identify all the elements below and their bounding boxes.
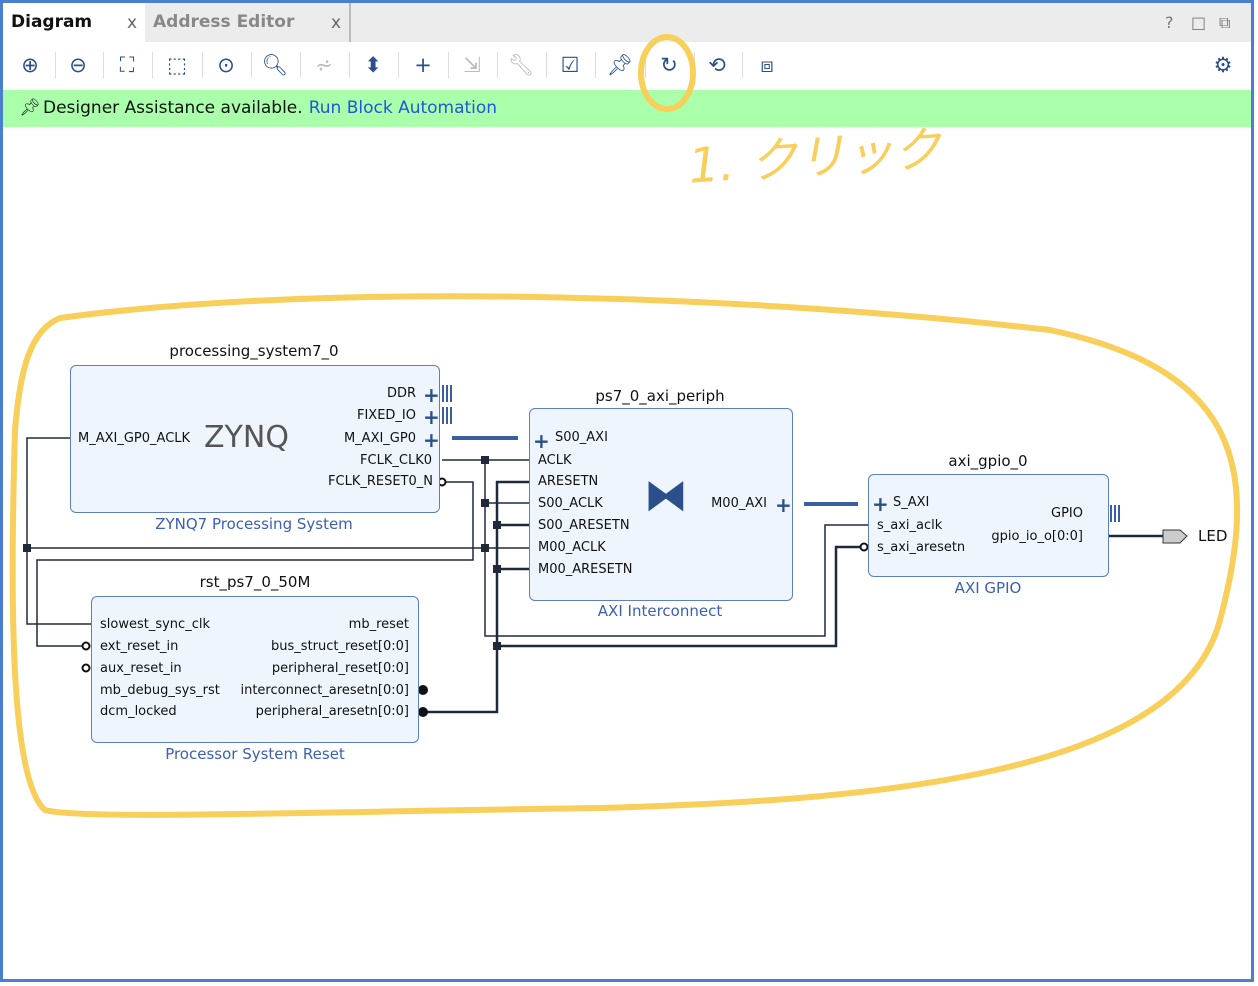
annotation-circle-button — [638, 34, 696, 112]
port-s-axi[interactable]: S_AXI — [893, 495, 929, 510]
port-dcm-locked[interactable]: dcm_locked — [100, 704, 177, 719]
port-gpio-io-o-0-0-[interactable]: gpio_io_o[0:0] — [991, 529, 1083, 544]
port-aux-reset-in[interactable]: aux_reset_in — [100, 661, 182, 676]
zynq-logo: ZYNQ — [204, 420, 289, 455]
expand-plus-icon[interactable]: + — [423, 428, 440, 452]
port-peripheral-reset-0-0-[interactable]: peripheral_reset[0:0] — [272, 661, 409, 676]
port-s00-aresetn[interactable]: S00_ARESETN — [538, 518, 630, 533]
port-slowest-sync-clk[interactable]: slowest_sync_clk — [100, 617, 210, 632]
block-type-label: AXI GPIO — [954, 579, 1022, 597]
block-instance-name: ps7_0_axi_periph — [595, 387, 725, 405]
port-fclk-clk0[interactable]: FCLK_CLK0 — [360, 453, 432, 468]
port-m-axi-gp0-aclk[interactable]: M_AXI_GP0_ACLK — [78, 431, 190, 446]
led-port-icon — [1162, 529, 1188, 544]
port-s00-axi[interactable]: S00_AXI — [555, 430, 608, 445]
expand-plus-icon[interactable]: + — [533, 429, 550, 453]
port-aclk[interactable]: ACLK — [538, 453, 572, 468]
port-mb-reset[interactable]: mb_reset — [349, 617, 409, 632]
port-ddr[interactable]: DDR — [387, 386, 416, 401]
port-m-axi-gp0[interactable]: M_AXI_GP0 — [344, 431, 416, 446]
port-peripheral-aresetn-0-0-[interactable]: peripheral_aresetn[0:0] — [256, 704, 409, 719]
port-mb-debug-sys-rst[interactable]: mb_debug_sys_rst — [100, 683, 220, 698]
expand-plus-icon[interactable]: + — [423, 405, 440, 429]
block-type-label: ZYNQ7 Processing System — [155, 515, 353, 533]
block-type-label: AXI Interconnect — [597, 602, 723, 620]
port-s-axi-aresetn[interactable]: s_axi_aresetn — [877, 540, 965, 555]
block-instance-name: axi_gpio_0 — [948, 452, 1028, 470]
port-s00-aclk[interactable]: S00_ACLK — [538, 496, 603, 511]
expand-plus-icon[interactable]: + — [423, 383, 440, 407]
port-aresetn[interactable]: ARESETN — [538, 474, 598, 489]
port-bus-struct-reset-0-0-[interactable]: bus_struct_reset[0:0] — [271, 639, 409, 654]
crossbar-icon: ⧓ — [644, 470, 688, 521]
block-instance-name: rst_ps7_0_50M — [199, 573, 311, 591]
port-m00-axi[interactable]: M00_AXI — [711, 496, 767, 511]
port-fclk-reset0-n[interactable]: FCLK_RESET0_N — [328, 474, 433, 489]
port-fixed-io[interactable]: FIXED_IO — [357, 408, 416, 423]
port-m00-aclk[interactable]: M00_ACLK — [538, 540, 606, 555]
block-type-label: Processor System Reset — [165, 745, 345, 763]
port-s-axi-aclk[interactable]: s_axi_aclk — [877, 518, 942, 533]
port-interconnect-aresetn-0-0-[interactable]: interconnect_aresetn[0:0] — [240, 683, 409, 698]
expand-plus-icon[interactable]: + — [872, 492, 889, 516]
port-gpio[interactable]: GPIO — [1051, 506, 1083, 521]
expand-plus-icon[interactable]: + — [775, 493, 792, 517]
port-m00-aresetn[interactable]: M00_ARESETN — [538, 562, 633, 577]
external-port-led[interactable]: LED — [1198, 527, 1227, 545]
block-instance-name: processing_system7_0 — [169, 342, 339, 360]
port-ext-reset-in[interactable]: ext_reset_in — [100, 639, 178, 654]
